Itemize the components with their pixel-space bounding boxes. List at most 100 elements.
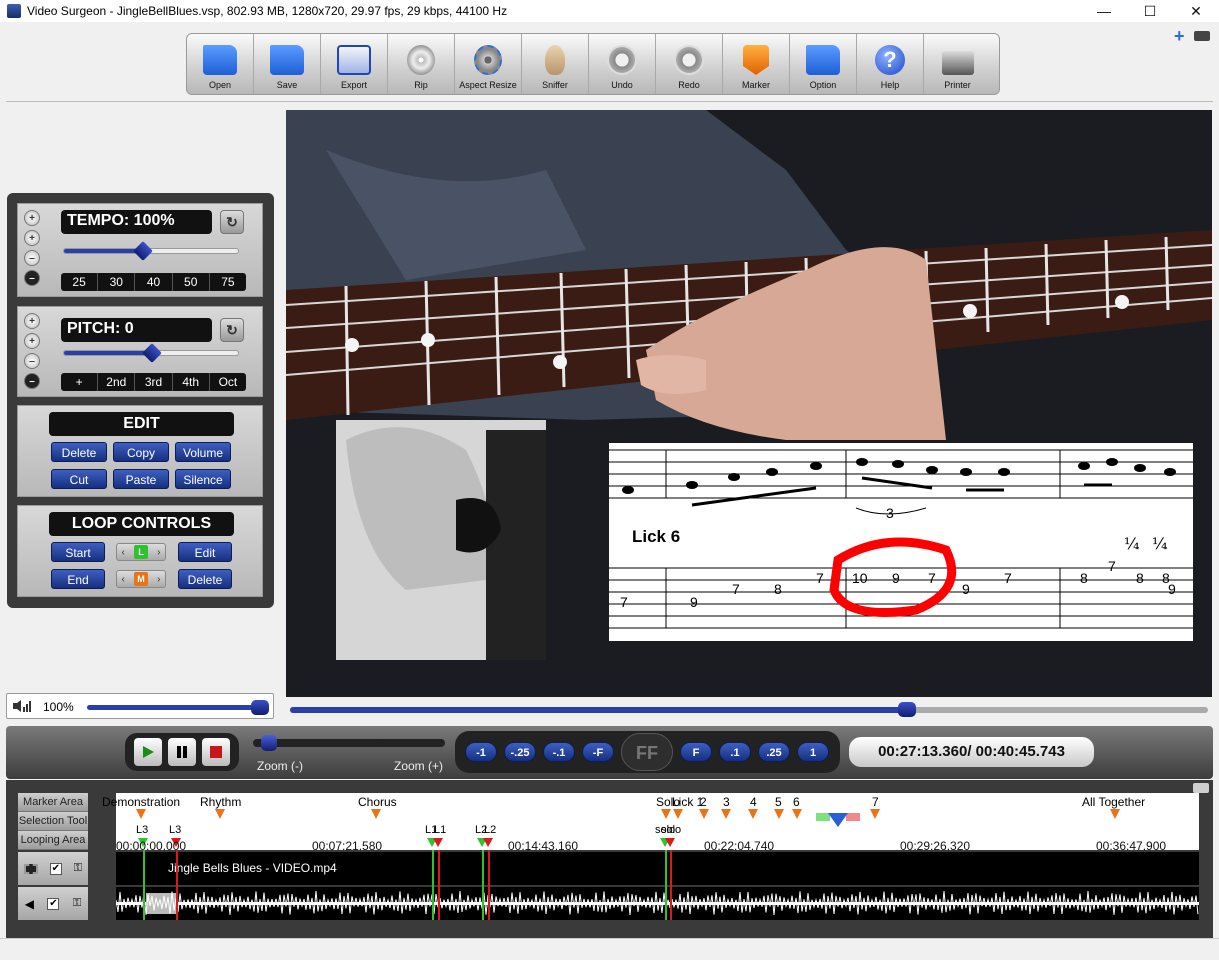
marker-nav[interactable]: ‹ M ›	[116, 570, 166, 588]
video-track[interactable]: Jingle Bells Blues - VIDEO.mp4	[116, 852, 1199, 885]
tempo-preset-button[interactable]: 75	[210, 273, 246, 291]
marker-flag[interactable]	[371, 809, 381, 819]
pause-button[interactable]	[168, 738, 196, 766]
chevron-right-icon[interactable]: ›	[157, 547, 160, 558]
chevron-left-icon[interactable]: ‹	[122, 547, 125, 558]
pitch-plus-small-button[interactable]: +	[24, 333, 40, 349]
copy-button[interactable]: Copy	[113, 442, 169, 462]
selection-end-indicator[interactable]	[846, 813, 860, 821]
marker-label[interactable]: Demonstration	[102, 795, 180, 809]
tempo-minus-small-button[interactable]: –	[24, 250, 40, 266]
step-back-frame-button[interactable]: -F	[582, 742, 614, 762]
pitch-minus-large-button[interactable]: –	[24, 373, 40, 389]
marker-flag[interactable]	[699, 809, 709, 819]
audio-track[interactable]	[115, 887, 1199, 920]
marker-button[interactable]: Marker	[723, 34, 790, 94]
step-forward-01-button[interactable]: .1	[719, 742, 751, 762]
volume-slider[interactable]	[87, 700, 269, 715]
unlock-icon[interactable]: ⚿	[73, 897, 81, 910]
chevron-right-icon[interactable]: ›	[157, 574, 160, 585]
marker-flag[interactable]	[870, 809, 880, 819]
step-back-01-button[interactable]: -.1	[543, 742, 575, 762]
loop-end-flag[interactable]	[665, 838, 675, 847]
fast-forward-button[interactable]: FF	[621, 733, 673, 771]
pitch-preset-button[interactable]: 3rd	[135, 373, 173, 391]
loop-nav[interactable]: ‹ L ›	[116, 543, 166, 561]
marker-flag[interactable]	[792, 809, 802, 819]
marker-label[interactable]: 6	[793, 795, 800, 809]
marker-flag[interactable]	[774, 809, 784, 819]
pitch-plus-large-button[interactable]: +	[24, 313, 40, 329]
marker-label[interactable]: Rhythm	[200, 795, 241, 809]
aspect-resize-button[interactable]: Aspect Resize	[455, 34, 522, 94]
marker-flag[interactable]	[215, 809, 225, 819]
marker-label[interactable]: 3	[723, 795, 730, 809]
zoom-out-label[interactable]: Zoom (-)	[257, 759, 303, 773]
marker-area-label[interactable]: Marker Area	[18, 793, 88, 812]
loop-start-button[interactable]: Start	[51, 542, 105, 562]
pitch-minus-small-button[interactable]: –	[24, 353, 40, 369]
marker-label[interactable]: 5	[775, 795, 782, 809]
step-forward-frame-button[interactable]: F	[680, 742, 712, 762]
volume-control[interactable]: 100%	[6, 693, 274, 719]
loop-end-flag[interactable]	[433, 838, 443, 847]
tempo-minus-large-button[interactable]: –	[24, 270, 40, 286]
volume-button[interactable]: Volume	[175, 442, 231, 462]
marker-flag[interactable]	[136, 809, 146, 819]
rip-button[interactable]: Rip	[388, 34, 455, 94]
zoom-in-label[interactable]: Zoom (+)	[394, 759, 443, 773]
maximize-button[interactable]: ☐	[1127, 0, 1173, 22]
marker-flag[interactable]	[721, 809, 731, 819]
step-back-1-button[interactable]: -1	[465, 742, 497, 762]
pitch-reset-button[interactable]: ↻	[220, 318, 244, 342]
playhead-marker[interactable]	[828, 813, 848, 827]
step-back-025-button[interactable]: -.25	[504, 742, 536, 762]
close-button[interactable]: ✕	[1173, 0, 1219, 22]
tempo-plus-large-button[interactable]: +	[24, 210, 40, 226]
printer-button[interactable]: Printer	[924, 34, 991, 94]
unlock-icon[interactable]: ⚿	[74, 862, 82, 875]
stop-button[interactable]	[202, 738, 230, 766]
tempo-preset-button[interactable]: 40	[135, 273, 173, 291]
pitch-preset-button[interactable]: 2nd	[98, 373, 136, 391]
timeline-ruler[interactable]: Demonstration Rhythm Chorus Solo Lick 1 …	[102, 793, 1199, 853]
marker-flag[interactable]	[748, 809, 758, 819]
marker-flag[interactable]	[661, 809, 671, 819]
pitch-preset-button[interactable]: +	[61, 373, 99, 391]
marker-label[interactable]: 4	[750, 795, 757, 809]
tempo-slider-thumb[interactable]	[133, 241, 154, 261]
sniffer-button[interactable]: Sniffer	[522, 34, 589, 94]
export-button[interactable]: Export	[321, 34, 388, 94]
tempo-preset-button[interactable]: 50	[173, 273, 210, 291]
option-button[interactable]: Option	[790, 34, 857, 94]
pitch-slider[interactable]	[63, 343, 239, 363]
tempo-preset-button[interactable]: 25	[61, 273, 99, 291]
panel-toggle-icon[interactable]	[1193, 783, 1209, 793]
seek-bar[interactable]	[290, 702, 1208, 717]
audio-track-visible-checkbox[interactable]: ✔	[47, 897, 60, 910]
loop-end-button[interactable]: End	[51, 569, 105, 589]
tempo-slider[interactable]	[63, 241, 239, 261]
save-button[interactable]: Save	[254, 34, 321, 94]
volume-slider-thumb[interactable]	[251, 700, 269, 715]
pitch-preset-button[interactable]: 4th	[173, 373, 210, 391]
zoom-slider[interactable]	[253, 735, 445, 751]
delete-button[interactable]: Delete	[51, 442, 107, 462]
tempo-reset-button[interactable]: ↻	[220, 210, 244, 234]
open-button[interactable]: Open	[187, 34, 254, 94]
undo-button[interactable]: Undo	[589, 34, 656, 94]
video-track-visible-checkbox[interactable]: ✔	[49, 862, 62, 875]
marker-label[interactable]: All Together	[1082, 795, 1145, 809]
seek-bar-thumb[interactable]	[898, 702, 917, 717]
marker-label[interactable]: Lick 1	[672, 795, 703, 809]
help-button[interactable]: ? Help	[857, 34, 924, 94]
marker-flag[interactable]	[1110, 809, 1120, 819]
marker-label[interactable]: 2	[700, 795, 707, 809]
looping-area-label[interactable]: Looping Area	[18, 831, 88, 850]
play-button[interactable]	[134, 738, 162, 766]
zoom-slider-thumb[interactable]	[261, 735, 277, 751]
loop-delete-button[interactable]: Delete	[178, 569, 232, 589]
add-icon[interactable]: +	[1174, 26, 1185, 47]
step-forward-025-button[interactable]: .25	[758, 742, 790, 762]
chevron-left-icon[interactable]: ‹	[122, 574, 125, 585]
